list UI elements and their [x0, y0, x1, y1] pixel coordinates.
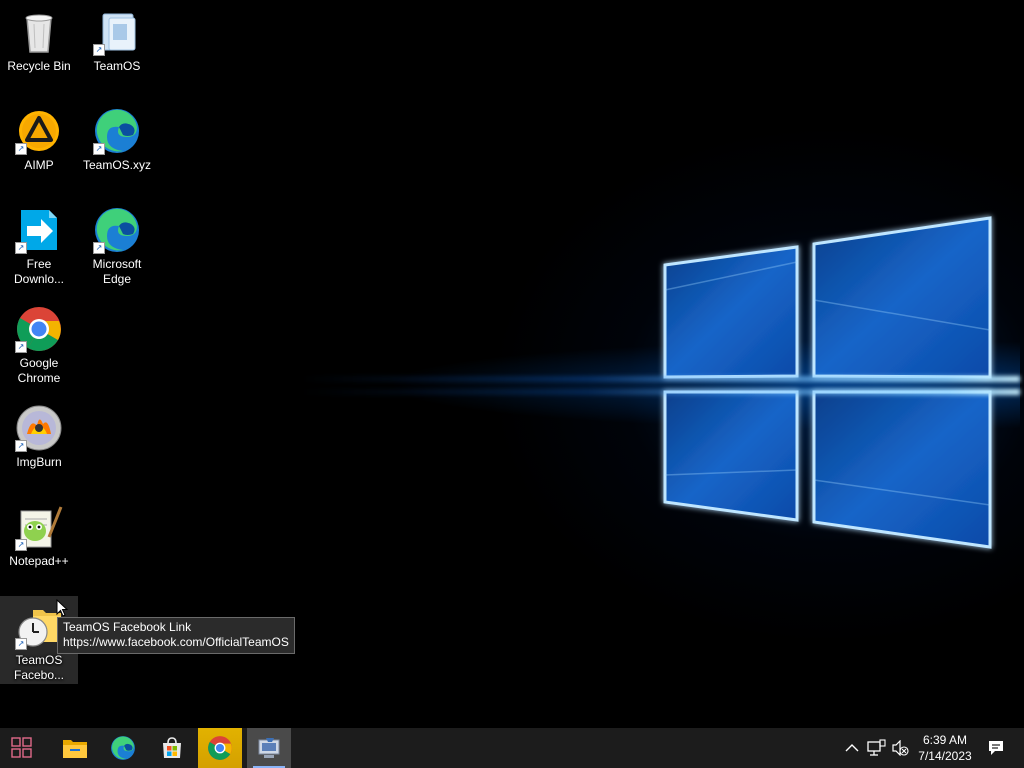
- logo-pane-bottom-left: [663, 390, 799, 522]
- icon-label-line2: Facebo...: [13, 668, 65, 682]
- file-explorer-icon: [63, 740, 87, 758]
- desktop-icon-teamos-xyz[interactable]: ↗ TeamOS.xyz: [78, 101, 156, 193]
- chevron-up-icon: [845, 744, 859, 752]
- taskbar-file-explorer[interactable]: [53, 728, 97, 768]
- notifications-icon: [989, 741, 1003, 755]
- desktop-icon-google-chrome[interactable]: ↗ Google Chrome: [0, 299, 78, 391]
- shortcut-arrow-icon: ↗: [93, 143, 105, 155]
- light-beam-bottom: [300, 389, 1020, 395]
- icon-label: Recycle Bin: [7, 59, 71, 73]
- recycle-bin-icon: [15, 8, 63, 56]
- chrome-icon: [208, 736, 232, 760]
- tray-network-button[interactable]: [864, 728, 888, 768]
- start-button[interactable]: [0, 728, 44, 768]
- tooltip-url: https://www.facebook.com/OfficialTeamOS: [63, 635, 289, 649]
- action-center-button[interactable]: [984, 728, 1008, 768]
- edge-icon: [111, 736, 135, 760]
- desktop-icon-teamos[interactable]: ↗ TeamOS: [78, 2, 156, 94]
- logo-pane-bottom-right: [812, 390, 992, 549]
- start-grid-icon: [11, 737, 32, 758]
- download-manager-icon: ↗: [15, 206, 63, 254]
- edge-icon: ↗: [93, 107, 141, 155]
- desktop[interactable]: Recycle Bin ↗ AIMP ↗ Free Downlo... ↗ Go…: [0, 0, 1024, 728]
- store-icon: [163, 737, 181, 758]
- icon-label: AIMP: [24, 158, 54, 172]
- icon-label: Notepad++: [9, 554, 69, 568]
- shortcut-arrow-icon: ↗: [15, 341, 27, 353]
- clock-time: 6:39 AM: [922, 733, 968, 747]
- aimp-icon: ↗: [15, 107, 63, 155]
- mouse-cursor-icon: [56, 599, 69, 617]
- icon-label: TeamOS: [93, 59, 141, 73]
- shortcut-arrow-icon: ↗: [15, 143, 27, 155]
- tooltip-title: TeamOS Facebook Link: [63, 620, 192, 634]
- desktop-icon-aimp[interactable]: ↗ AIMP: [0, 101, 78, 193]
- clock-date: 7/14/2023: [918, 749, 972, 763]
- show-hidden-icons-button[interactable]: [840, 728, 864, 768]
- icon-label-line2: Edge: [102, 272, 132, 286]
- icon-label-line1: Microsoft: [92, 257, 142, 271]
- desktop-icon-recycle-bin[interactable]: Recycle Bin: [0, 2, 78, 94]
- taskbar-microsoft-store[interactable]: [150, 728, 194, 768]
- shortcut-arrow-icon: ↗: [93, 44, 105, 56]
- desktop-icon-microsoft-edge[interactable]: ↗ Microsoft Edge: [78, 200, 156, 292]
- icon-label-line2: Downlo...: [13, 272, 65, 286]
- taskbar-clock[interactable]: 6:39 AM 7/14/2023: [906, 732, 984, 764]
- shortcut-arrow-icon: ↗: [15, 242, 27, 254]
- shortcut-arrow-icon: ↗: [15, 638, 27, 650]
- edge-icon: ↗: [93, 206, 141, 254]
- icon-label-line2: Chrome: [17, 371, 61, 385]
- shortcut-arrow-icon: ↗: [93, 242, 105, 254]
- shortcut-arrow-icon: ↗: [15, 440, 27, 452]
- desktop-icon-imgburn[interactable]: ↗ ImgBurn: [0, 398, 78, 490]
- network-app-icon: [258, 738, 280, 758]
- taskbar-chrome[interactable]: [198, 728, 242, 768]
- light-beam-top: [300, 376, 1020, 382]
- network-icon: [867, 739, 886, 756]
- icon-label-line1: Free: [26, 257, 52, 271]
- imgburn-icon: ↗: [15, 404, 63, 452]
- taskbar-edge[interactable]: [101, 728, 145, 768]
- icon-label-line1: TeamOS: [15, 653, 63, 667]
- desktop-icon-free-download-manager[interactable]: ↗ Free Downlo...: [0, 200, 78, 292]
- desktop-icon-notepad-plus-plus[interactable]: ↗ Notepad++: [0, 497, 78, 589]
- icon-label: TeamOS.xyz: [82, 158, 151, 172]
- shortcut-arrow-icon: ↗: [15, 539, 27, 551]
- chrome-icon: ↗: [15, 305, 63, 353]
- logo-pane-top-right: [812, 216, 992, 379]
- notepad-plus-plus-icon: ↗: [15, 503, 63, 551]
- icon-label-line1: Google: [19, 356, 59, 370]
- taskbar: 6:39 AM 7/14/2023: [0, 728, 1024, 768]
- shortcut-tooltip: TeamOS Facebook Link https://www.faceboo…: [57, 617, 295, 654]
- teamos-folder-icon: ↗: [93, 8, 141, 56]
- icon-label: ImgBurn: [16, 455, 62, 469]
- taskbar-network-app[interactable]: [247, 728, 291, 768]
